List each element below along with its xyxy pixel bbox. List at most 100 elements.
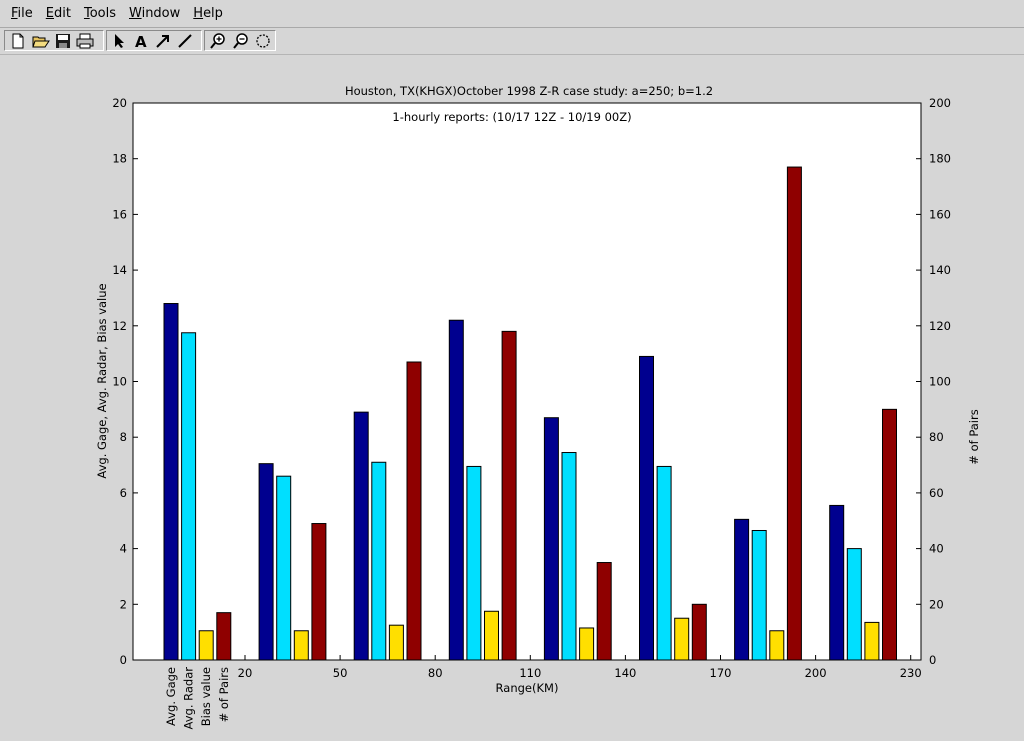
y-right-tick-label: 200: [929, 96, 951, 110]
menu-mnemonic: E: [45, 6, 54, 21]
bar-of-pairs: [596, 562, 612, 661]
bar-avg-radar: [466, 465, 482, 661]
bar-bias-value: [293, 630, 309, 661]
x-tick-label: 80: [428, 666, 443, 680]
y-right-tick-label: 140: [929, 263, 951, 277]
bar-bias-value: [674, 617, 690, 661]
y-right-tick-label: 40: [929, 542, 944, 556]
bar-avg-radar: [371, 461, 387, 661]
y-left-tick-label: 8: [120, 430, 127, 444]
legend-label: Bias value: [199, 667, 213, 726]
legend-label: Avg. Gage: [164, 667, 178, 726]
line-tool-icon[interactable]: [175, 31, 195, 51]
bar-avg-gage: [639, 355, 654, 661]
bar-bias-value: [388, 624, 404, 661]
bar-chart: Houston, TX(KHGX)October 1998 Z-R case s…: [95, 84, 981, 730]
figure-area: Houston, TX(KHGX)October 1998 Z-R case s…: [0, 55, 1024, 737]
new-file-icon[interactable]: [8, 31, 28, 51]
menu-help[interactable]: Help: [193, 6, 223, 21]
y-left-tick-label: 2: [120, 597, 127, 611]
y-right-tick-label: 60: [929, 486, 944, 500]
menu-file[interactable]: File: [11, 6, 33, 21]
menu-label: ools: [89, 6, 116, 21]
plot-area: [132, 102, 922, 661]
bar-of-pairs: [406, 361, 422, 661]
rotate-icon[interactable]: [253, 31, 273, 51]
select-arrow-icon[interactable]: [109, 31, 129, 51]
bar-bias-value: [484, 610, 499, 661]
y-right-tick-label: 0: [929, 653, 936, 667]
y-left-tick-label: 6: [120, 486, 127, 500]
bar-avg-gage: [353, 411, 369, 661]
x-tick-label: 140: [614, 666, 636, 680]
bar-avg-gage: [258, 463, 274, 661]
x-tick-label: 230: [900, 666, 922, 680]
y-left-tick-label: 12: [112, 319, 127, 333]
x-axis-label: Range(KM): [496, 681, 559, 695]
bar-bias-value: [769, 630, 785, 661]
y-axis-right-label: # of Pairs: [967, 409, 981, 464]
save-icon[interactable]: [53, 31, 73, 51]
menu-label: indow: [141, 6, 181, 21]
menu-bar: File Edit Tools Window Help: [0, 0, 1024, 28]
bar-bias-value: [198, 630, 214, 661]
zoom-out-icon[interactable]: [231, 31, 251, 51]
bar-of-pairs: [501, 330, 517, 661]
bar-of-pairs: [311, 523, 327, 661]
open-folder-icon[interactable]: [31, 31, 51, 51]
bar-of-pairs: [216, 612, 232, 661]
bar-avg-gage: [163, 303, 179, 661]
y-right-tick-label: 120: [929, 319, 951, 333]
bar-of-pairs: [882, 408, 897, 661]
x-tick-label: 20: [238, 666, 253, 680]
bar-avg-radar: [561, 452, 577, 661]
x-tick-label: 50: [333, 666, 348, 680]
bar-avg-radar: [751, 529, 767, 661]
y-left-tick-label: 20: [112, 96, 127, 110]
y-right-tick-label: 80: [929, 430, 944, 444]
y-axis-left-label: Avg. Gage, Avg. Radar, Bias value: [95, 283, 109, 478]
y-left-tick-label: 14: [112, 263, 127, 277]
zoom-in-icon[interactable]: [208, 31, 228, 51]
menu-mnemonic: W: [129, 6, 142, 21]
bar-avg-radar: [276, 475, 292, 661]
print-icon[interactable]: [75, 31, 95, 51]
bar-avg-radar: [181, 332, 197, 661]
y-right-tick-label: 160: [929, 207, 951, 221]
x-tick-label: 110: [519, 666, 541, 680]
chart-title: Houston, TX(KHGX)October 1998 Z-R case s…: [345, 84, 713, 98]
svg-text:A: A: [135, 33, 147, 49]
arrow-tool-icon[interactable]: [153, 31, 173, 51]
menu-label: dit: [54, 6, 71, 21]
menu-tools[interactable]: Tools: [84, 6, 116, 21]
bar-avg-gage: [734, 518, 750, 661]
bar-avg-radar: [846, 548, 862, 661]
legend-label: # of Pairs: [217, 667, 231, 722]
bar-avg-gage: [543, 417, 559, 661]
y-right-tick-label: 20: [929, 597, 944, 611]
chart-subtitle: 1-hourly reports: (10/17 12Z - 10/19 00Z…: [392, 110, 631, 124]
bar-of-pairs: [691, 603, 707, 661]
y-right-tick-label: 100: [929, 375, 951, 389]
legend-label: Avg. Radar: [182, 667, 196, 730]
text-tool-icon[interactable]: A: [131, 31, 151, 51]
bar-avg-gage: [829, 504, 845, 661]
menu-edit[interactable]: Edit: [46, 6, 71, 21]
y-left-tick-label: 18: [112, 152, 127, 166]
menu-mnemonic: H: [193, 6, 204, 21]
menu-label: ile: [17, 6, 33, 21]
bar-of-pairs: [786, 166, 802, 661]
x-tick-label: 170: [710, 666, 732, 680]
bar-bias-value: [579, 627, 595, 661]
bar-avg-radar: [656, 465, 672, 661]
bar-bias-value: [864, 621, 880, 661]
toolbar: A: [0, 28, 1024, 55]
menu-label: elp: [203, 6, 223, 21]
y-left-tick-label: 4: [120, 542, 127, 556]
bar-avg-gage: [448, 319, 464, 661]
y-right-tick-label: 180: [929, 152, 951, 166]
x-tick-label: 200: [805, 666, 827, 680]
y-left-tick-label: 0: [120, 653, 127, 667]
menu-window[interactable]: Window: [129, 6, 180, 21]
y-left-tick-label: 10: [112, 375, 127, 389]
